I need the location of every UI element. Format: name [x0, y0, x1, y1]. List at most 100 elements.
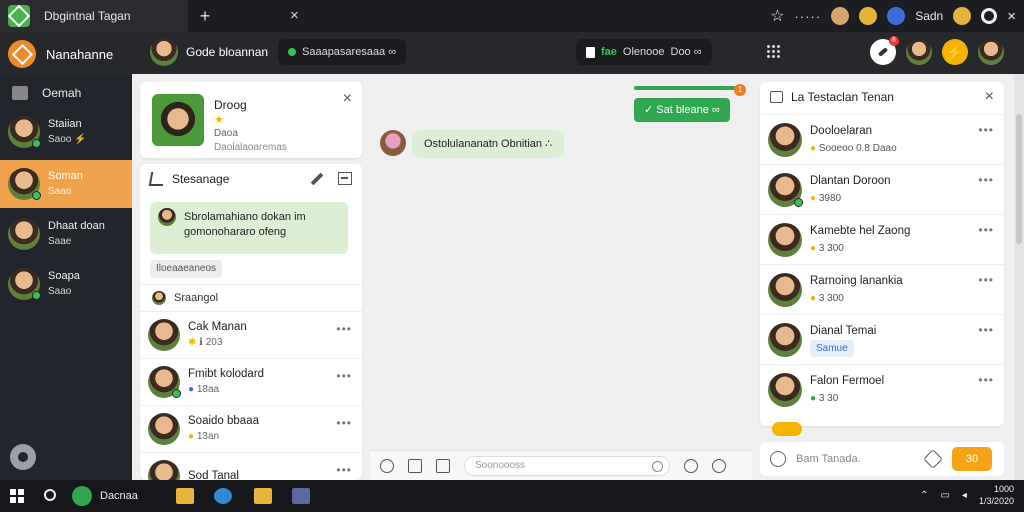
list-item[interactable]: Soaido bbaaa ● 13an ••• [140, 406, 362, 453]
member-sub: ● Sooeoo 0.8 Daao [810, 140, 897, 157]
more-icon[interactable]: ••• [336, 416, 352, 430]
taskbar-app[interactable]: Dacnaa [72, 486, 138, 506]
account-icon[interactable] [887, 7, 906, 25]
member-sub-text: 3 30 [818, 392, 839, 404]
star-icon[interactable]: ☆ [770, 6, 784, 26]
call-pill[interactable]: fae Olenooe Doo ∞ [576, 39, 712, 65]
profile-avatar[interactable] [152, 94, 204, 146]
close-icon[interactable]: × [985, 88, 994, 106]
edit-icon[interactable] [923, 449, 943, 469]
clock-icon[interactable] [380, 458, 394, 473]
main-area: Droog ★ Daoa Daolalaoaremas × Stesanage … [132, 74, 1024, 480]
more-icon[interactable]: ••• [978, 373, 994, 387]
browser-tab[interactable]: Dbgintnal Tagan [0, 0, 188, 32]
avatar [150, 38, 178, 66]
avatar [148, 413, 180, 445]
incoming-message[interactable]: Ostolulananatn Obnitian ∴ [412, 130, 565, 158]
user-name[interactable]: Sadn [915, 9, 943, 23]
smile-icon[interactable] [770, 451, 786, 467]
image-icon[interactable] [436, 458, 450, 473]
sidebar-item-home[interactable]: Oemah [12, 86, 81, 100]
sidebar-item[interactable]: Dhaat doan Saae [0, 210, 132, 258]
conversation-title: Stesanage [172, 172, 230, 186]
avatar [148, 460, 180, 480]
message-tag[interactable]: Iloeaaeaneos [150, 260, 223, 278]
profile-avatar[interactable] [953, 7, 972, 25]
notification-button[interactable]: 6 [870, 36, 899, 65]
outgoing-message[interactable]: ✓ Sat bleane ∞ [634, 98, 730, 122]
attachment-icon[interactable] [408, 458, 422, 473]
scrollbar-thumb[interactable] [1016, 114, 1022, 244]
edge-icon[interactable] [214, 488, 232, 504]
profile-avatar[interactable] [978, 39, 1004, 65]
tab-title: Dbgintnal Tagan [44, 9, 131, 23]
section-title: Sraangol [174, 292, 219, 304]
more-icon[interactable]: ••• [336, 369, 352, 383]
document-icon[interactable] [292, 488, 310, 504]
list-item[interactable]: Fmibt kolodard ● 18aa ••• [140, 359, 362, 406]
sidebar-item-active[interactable]: Soman Saao [0, 160, 132, 208]
volume-icon[interactable]: ◂ [962, 490, 967, 501]
close-window-button[interactable]: × [1007, 8, 1016, 25]
chat-title: Gode bloannan [186, 45, 269, 59]
list-item-sub: ✱ ℹ 203 [188, 335, 247, 351]
windows-start-icon[interactable] [10, 489, 24, 503]
reply-input[interactable]: Bam Tanada. [796, 453, 926, 465]
member-row[interactable]: Rarnoing lanankia ● 3 300 ••• [760, 264, 1004, 314]
grid-icon[interactable] [766, 44, 780, 58]
send-icon[interactable] [684, 458, 698, 473]
search-icon[interactable] [44, 489, 56, 501]
member-row[interactable]: Dlantan Doroon ● 3980 ••• [760, 164, 1004, 214]
conversation-actions [310, 172, 352, 186]
folder-icon[interactable] [176, 488, 194, 504]
profile-meta: Daoa [214, 128, 238, 139]
more-icon[interactable]: ••• [978, 123, 994, 137]
up-arrow-icon[interactable]: ⌃ [920, 490, 928, 501]
pinned-message[interactable]: Sbrolamahiano dokan im gomonohararo ofen… [150, 202, 348, 254]
more-icon[interactable]: ••• [336, 322, 352, 336]
chat-header[interactable]: Gode bloannan [150, 38, 268, 66]
close-tab-button[interactable]: × [290, 7, 299, 24]
list-item[interactable]: Cak Manan ✱ ℹ 203 ••• [140, 312, 362, 359]
emoji-icon[interactable] [859, 7, 878, 25]
avatar[interactable] [831, 7, 850, 25]
close-icon[interactable]: × [343, 90, 352, 108]
list-item-sub-text: 18aa [196, 384, 220, 395]
more-menu[interactable]: ····· [795, 9, 822, 24]
member-row[interactable]: Kamebte hel Zaong ● 3 300 ••• [760, 214, 1004, 264]
emoji-icon[interactable] [712, 458, 726, 473]
gear-icon[interactable] [10, 444, 36, 470]
power-icon[interactable] [981, 8, 998, 24]
send-button[interactable]: 30 [952, 447, 992, 471]
emoji-icon: ● [188, 431, 197, 442]
message-input[interactable]: Soonoooss [464, 455, 670, 476]
more-icon[interactable]: ••• [978, 173, 994, 187]
status-dot [32, 291, 41, 300]
app-logo-icon [8, 5, 30, 27]
edit-icon[interactable] [310, 172, 324, 186]
sidebar-item[interactable]: Soapa Saao [0, 260, 132, 308]
folder-icon[interactable] [254, 488, 272, 504]
brand[interactable]: Nanahanne [8, 40, 113, 68]
avatar [768, 122, 802, 157]
member-row[interactable]: Falon Fermoel ● 3 30 ••• [760, 364, 1004, 414]
network-icon[interactable]: ▭ [940, 490, 949, 501]
member-row[interactable]: Dianal Temai Samue ••• [760, 314, 1004, 364]
more-icon[interactable]: ••• [978, 273, 994, 287]
more-icon[interactable]: ••• [978, 323, 994, 337]
scrollbar[interactable] [1014, 74, 1024, 480]
clock[interactable]: 1000 1/3/2020 [979, 483, 1014, 507]
minimize-icon[interactable] [338, 172, 352, 185]
new-tab-button[interactable]: + [198, 6, 212, 27]
list-item[interactable]: Sod Tanal ••• [140, 453, 362, 480]
status-pill-label: Saaapasaresaaa ∞ [302, 46, 397, 58]
member-row[interactable]: Dooloelaran ● Sooeoo 0.8 Daao ••• [760, 114, 1004, 164]
sidebar-item[interactable]: Staiian Saoo ⚡ [0, 108, 132, 156]
more-icon[interactable]: ••• [978, 223, 994, 237]
lightning-icon[interactable]: ⚡ [942, 39, 968, 65]
brand-name: Nanahanne [46, 46, 114, 62]
status-pill[interactable]: Saaapasaresaaa ∞ [278, 39, 407, 65]
avatar[interactable] [906, 39, 932, 65]
sidebar-item-label: Oemah [42, 86, 82, 100]
more-icon[interactable]: ••• [336, 463, 352, 477]
